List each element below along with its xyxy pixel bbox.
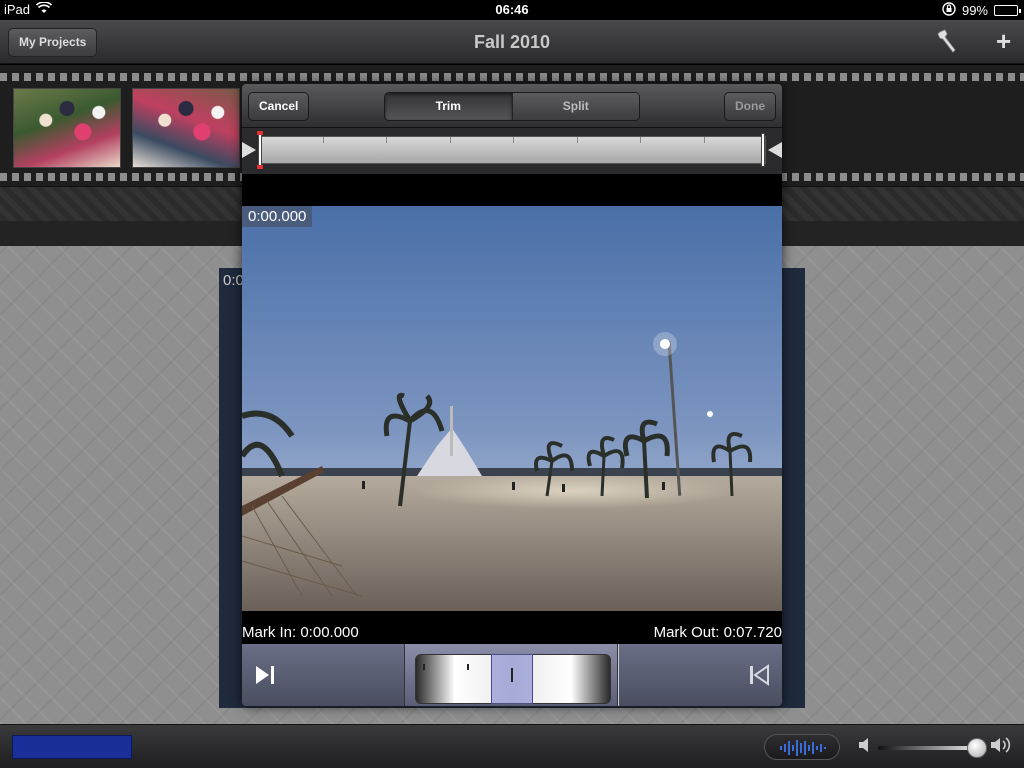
jog-wheel-area[interactable] xyxy=(404,644,618,706)
right-arrow-icon xyxy=(768,142,782,158)
scrubber-tick xyxy=(386,137,387,143)
volume-max-icon xyxy=(990,736,1012,759)
wrench-icon[interactable] xyxy=(936,28,960,60)
nav-bar: My Projects Fall 2010 + xyxy=(0,20,1024,64)
volume-min-icon xyxy=(858,737,872,758)
beach-scene-image xyxy=(242,206,782,611)
battery-icon xyxy=(994,5,1021,16)
transport-controls xyxy=(242,644,782,706)
mark-out-label: Mark Out: 0:07.720 xyxy=(653,624,782,641)
skip-to-start-icon[interactable] xyxy=(748,664,770,686)
rotation-lock-icon xyxy=(942,2,956,19)
imovie-app: iPad 06:46 99% My Projects Fall 2010 + 0… xyxy=(0,0,1024,768)
mark-in-label: Mark In: 0:00.000 xyxy=(242,624,359,641)
scrubber-tick xyxy=(513,137,514,143)
scrubber-tick xyxy=(703,137,705,143)
clip-thumbnail[interactable] xyxy=(13,88,121,168)
trim-split-segmented-control[interactable]: Trim Split xyxy=(384,92,640,121)
play-icon[interactable] xyxy=(254,664,276,686)
audio-waveform-button[interactable] xyxy=(764,734,840,760)
trim-scrubber[interactable] xyxy=(242,128,782,174)
video-preview[interactable]: 0:00.000 xyxy=(242,206,782,611)
scrubber-tick xyxy=(322,137,324,143)
status-time: 06:46 xyxy=(495,2,529,17)
trim-dialog: Cancel Trim Split Done 0:00.000 Mark In:… xyxy=(242,84,782,706)
viewer-timecode: 0:0 xyxy=(223,272,244,289)
film-perforation-top xyxy=(0,73,1024,81)
clip-thumbnail[interactable] xyxy=(132,88,240,168)
segment-trim[interactable]: Trim xyxy=(385,93,512,120)
left-arrow-icon xyxy=(242,142,256,158)
import-progress-bar xyxy=(12,735,132,759)
mark-labels: Mark In: 0:00.000 Mark Out: 0:07.720 xyxy=(242,624,782,642)
project-title: Fall 2010 xyxy=(473,32,551,52)
add-button[interactable]: + xyxy=(996,26,1011,57)
mark-out-handle[interactable] xyxy=(761,133,765,167)
dialog-toolbar: Cancel Trim Split Done xyxy=(242,84,782,128)
scrubber-tick xyxy=(449,137,451,143)
bottom-bar xyxy=(0,724,1024,768)
mark-in-handle[interactable] xyxy=(257,131,263,169)
trim-range-track[interactable] xyxy=(258,136,766,164)
segment-split[interactable]: Split xyxy=(511,93,639,120)
volume-slider-thumb[interactable] xyxy=(967,738,988,758)
done-button[interactable]: Done xyxy=(724,92,776,121)
status-bar: iPad 06:46 99% xyxy=(0,0,1024,20)
scrubber-tick xyxy=(576,137,578,143)
preview-timecode: 0:00.000 xyxy=(242,206,313,227)
battery-percent: 99% xyxy=(961,3,988,18)
scrubber-tick xyxy=(640,137,641,143)
cancel-button[interactable]: Cancel xyxy=(248,92,310,121)
